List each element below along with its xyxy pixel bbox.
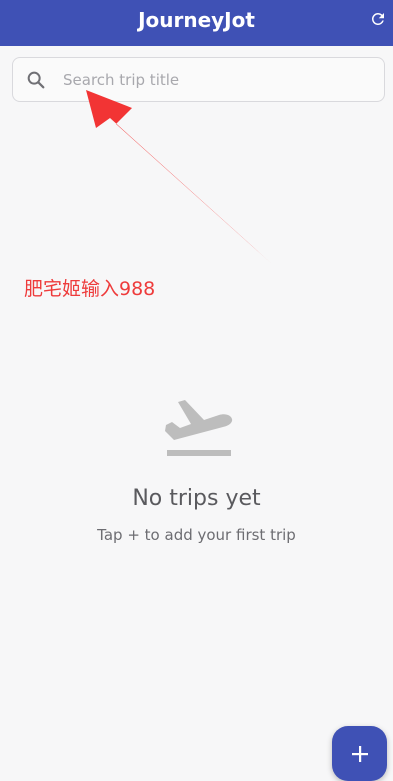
- empty-state-title: No trips yet: [132, 486, 261, 511]
- annotation-arrow: [86, 90, 272, 264]
- add-trip-button[interactable]: [332, 726, 387, 781]
- refresh-button[interactable]: [367, 8, 389, 30]
- annotation-text: 肥宅姬输入988: [24, 278, 156, 300]
- add-icon: [351, 745, 368, 762]
- empty-state-subtitle: Tap + to add your first trip: [97, 526, 296, 544]
- search-bar[interactable]: [12, 57, 385, 102]
- search-icon: [27, 71, 45, 89]
- app-title: JourneyJot: [138, 8, 255, 32]
- search-input[interactable]: [63, 67, 363, 93]
- refresh-icon: [371, 12, 384, 25]
- flight-takeoff-icon: [165, 400, 233, 456]
- app-bar: JourneyJot: [0, 0, 393, 46]
